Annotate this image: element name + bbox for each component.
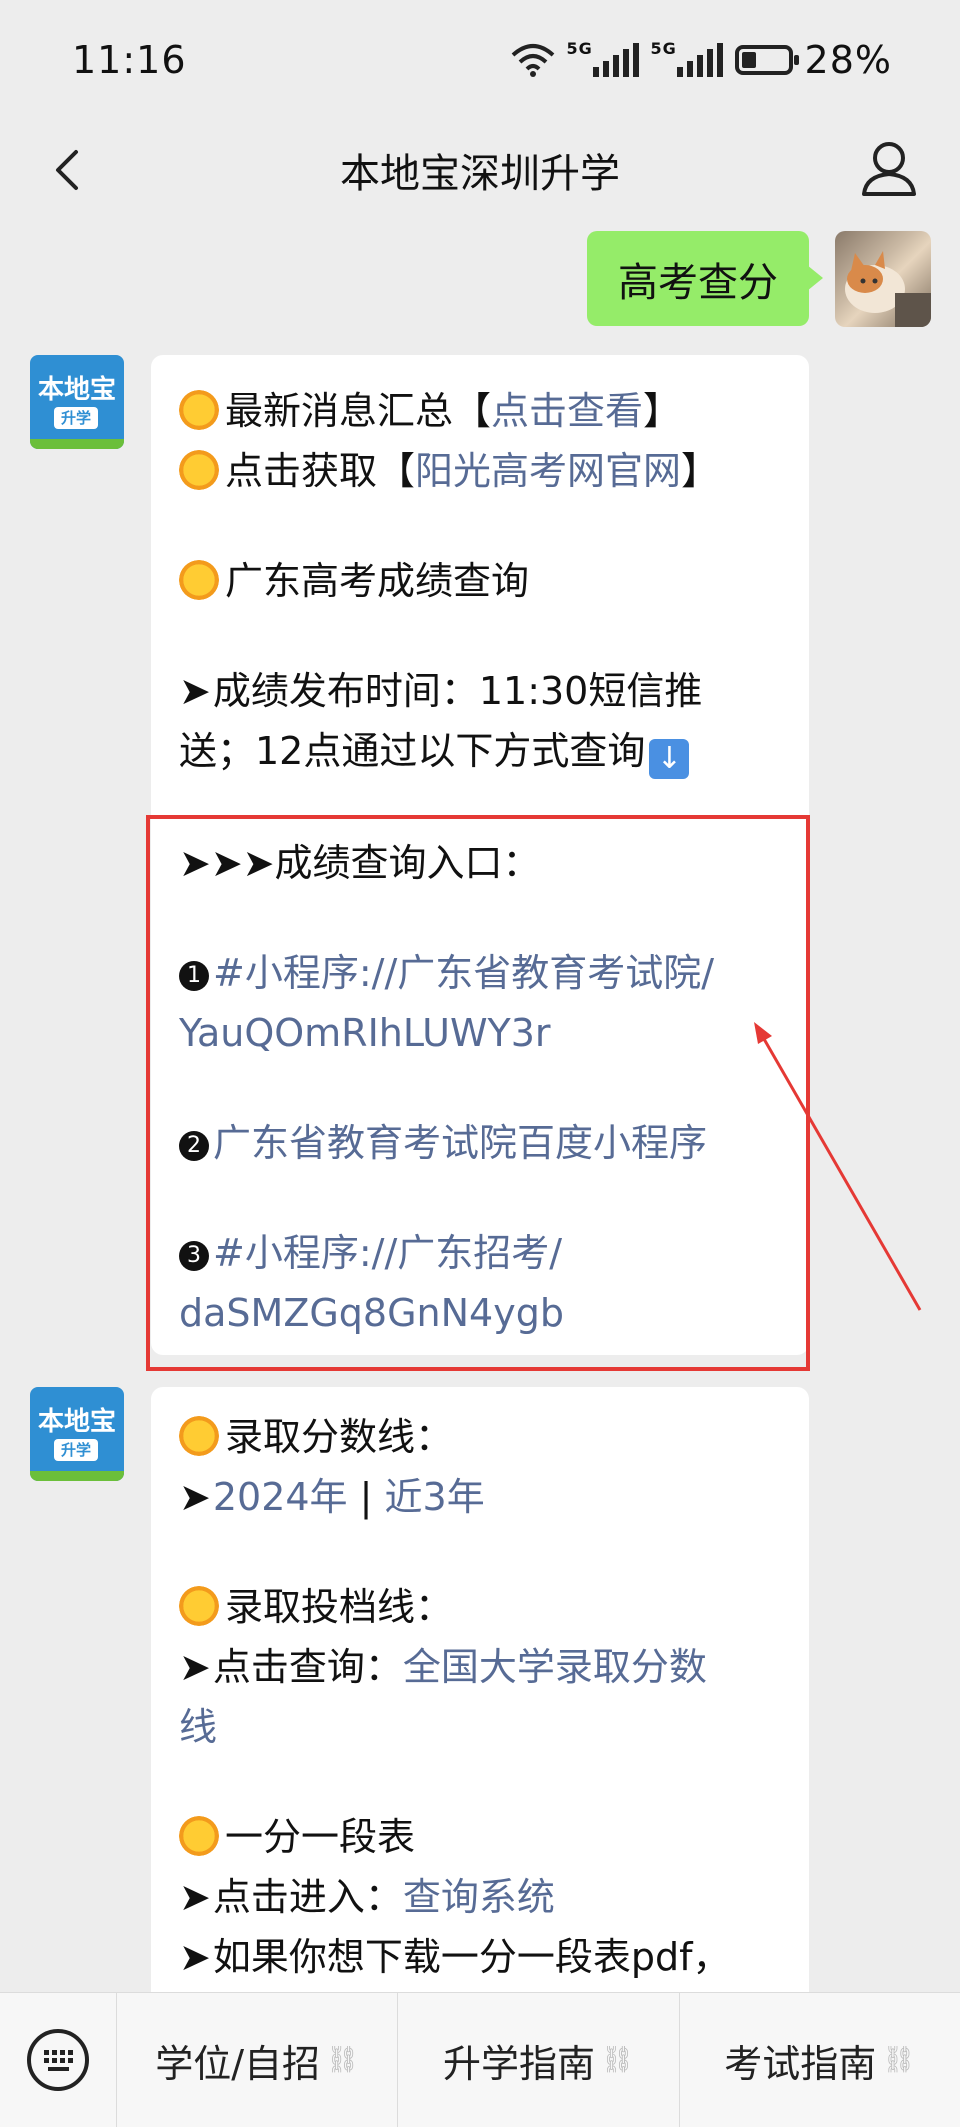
- signal-icon-1: 5G: [567, 39, 639, 77]
- entry-1[interactable]: 1 #小程序://广东省教育考试院/: [179, 943, 779, 1003]
- msg-line: 点击获取【阳光高考网官网】: [179, 441, 779, 501]
- link-national-scores-cont[interactable]: 线: [179, 1705, 217, 1749]
- status-time: 11:16: [72, 38, 187, 82]
- msg-line: 广东高考成绩查询: [179, 551, 779, 611]
- link-sunshine-gaokao[interactable]: 阳光高考网官网: [415, 449, 681, 493]
- sun-emoji-icon: [179, 390, 219, 430]
- link-2024[interactable]: 2024年: [213, 1475, 348, 1519]
- keyboard-toggle[interactable]: [0, 1993, 116, 2127]
- menu-exam-guide[interactable]: 考试指南 ⛓: [678, 1993, 960, 2127]
- bot-message-card: 最新消息汇总【点击查看】 点击获取【阳光高考网官网】 广东高考成绩查询 ➤成绩发…: [151, 355, 809, 1355]
- msg-line: ➤点击查询：全国大学录取分数: [179, 1645, 707, 1689]
- msg-line: ➤成绩发布时间：11:30短信推: [179, 669, 703, 713]
- sun-emoji-icon: [179, 1416, 219, 1456]
- msg-line: ➤2024年 | 近3年: [179, 1475, 485, 1519]
- entry-3-link[interactable]: daSMZGq8GnN4ygb: [179, 1291, 564, 1335]
- sun-emoji-icon: [179, 450, 219, 490]
- msg-line: 录取分数线：: [179, 1407, 779, 1467]
- entry-title: ➤➤➤成绩查询入口：: [179, 841, 541, 885]
- back-icon[interactable]: [40, 140, 100, 200]
- user-profile-icon[interactable]: [854, 134, 924, 204]
- bot-message-card: 录取分数线： ➤2024年 | 近3年 录取投档线： ➤点击查询：全国大学录取分…: [151, 1387, 809, 2007]
- user-message-bubble[interactable]: 高考查分: [587, 231, 823, 326]
- user-message-text: 高考查分: [618, 259, 778, 306]
- cat-photo: [845, 251, 931, 327]
- signal-icon-2: 5G: [651, 39, 723, 77]
- bot-avatar[interactable]: 本地宝 升学: [30, 1387, 124, 1481]
- msg-line: 送；12点通过以下方式查询 ↓: [179, 721, 779, 781]
- status-icons: 5G 5G 28%: [511, 38, 892, 82]
- entry-2[interactable]: 2 广东省教育考试院百度小程序: [179, 1113, 779, 1173]
- link-recent-3-years[interactable]: 近3年: [385, 1475, 485, 1519]
- user-avatar[interactable]: [835, 231, 931, 327]
- entry-1-link[interactable]: YauQOmRIhLUWY3r: [179, 1011, 551, 1055]
- annotation-arrow-icon: [754, 1022, 922, 1311]
- link-icon: ⛓: [326, 2045, 360, 2075]
- msg-line: ➤如果你想下载一分一段表pdf，: [179, 1935, 731, 1979]
- bot-avatar[interactable]: 本地宝 升学: [30, 355, 124, 449]
- msg-line: 录取投档线：: [179, 1577, 779, 1637]
- menu-admission-guide[interactable]: 升学指南 ⛓: [397, 1993, 678, 2127]
- menu-degree-admission[interactable]: 学位/自招 ⛓: [116, 1993, 397, 2127]
- sun-emoji-icon: [179, 560, 219, 600]
- link-latest-news[interactable]: 点击查看: [491, 389, 643, 433]
- entry-3[interactable]: 3 #小程序://广东招考/: [179, 1223, 779, 1283]
- keyboard-icon: [27, 2029, 89, 2091]
- msg-line: 最新消息汇总【点击查看】: [179, 381, 779, 441]
- link-icon: ⛓: [882, 2045, 916, 2075]
- down-arrow-icon: ↓: [649, 739, 690, 779]
- msg-line: 一分一段表: [179, 1807, 779, 1867]
- link-national-scores[interactable]: 全国大学录取分数: [403, 1645, 707, 1689]
- page-title: 本地宝深圳升学: [340, 151, 620, 197]
- link-icon: ⛓: [600, 2045, 634, 2075]
- sun-emoji-icon: [179, 1816, 219, 1856]
- battery-icon: [734, 45, 799, 75]
- link-query-system[interactable]: 查询系统: [403, 1875, 555, 1919]
- chat-header: 本地宝深圳升学: [0, 120, 960, 220]
- sun-emoji-icon: [179, 1586, 219, 1626]
- msg-line: ➤点击进入：查询系统: [179, 1875, 555, 1919]
- battery-percent: 28%: [804, 38, 892, 82]
- wifi-icon: [511, 44, 554, 77]
- status-bar: 11:16 5G 5G 28%: [0, 0, 960, 120]
- bottom-menu-bar: 学位/自招 ⛓ 升学指南 ⛓ 考试指南 ⛓: [0, 1992, 960, 2127]
